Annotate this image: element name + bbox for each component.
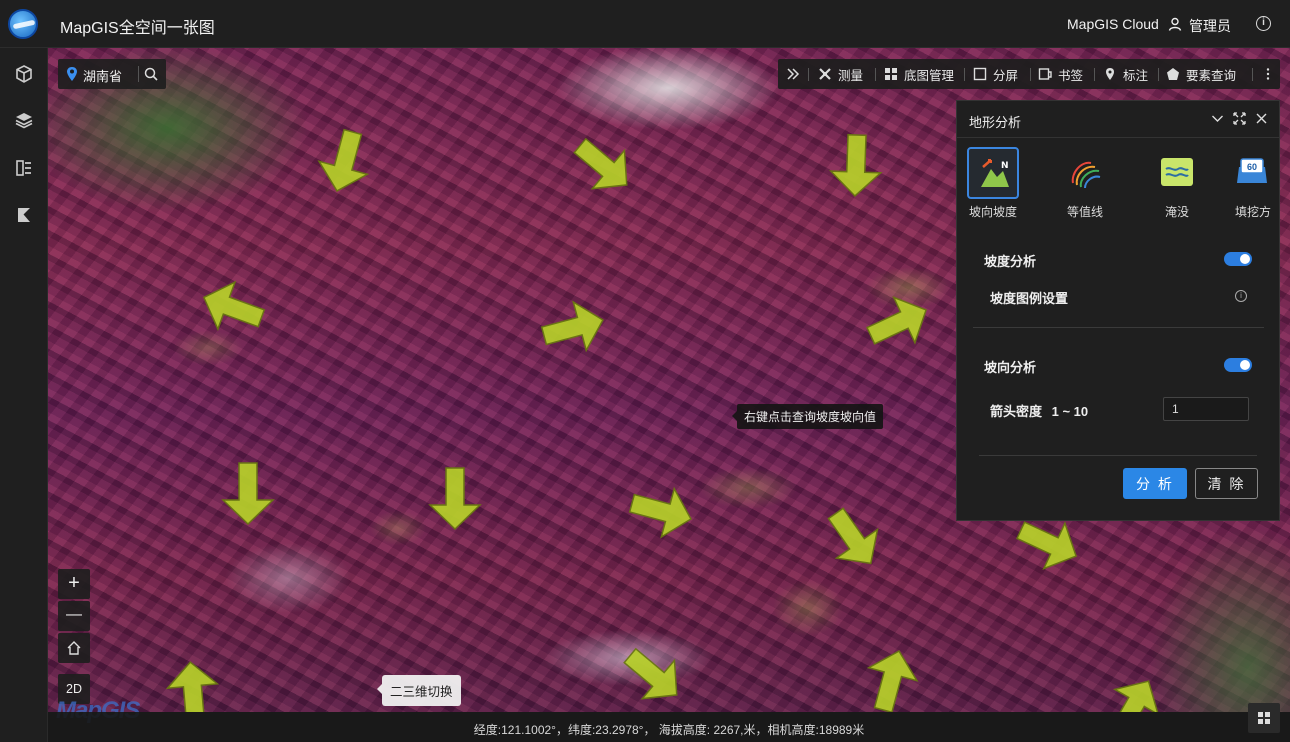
close-icon[interactable]: [1255, 112, 1268, 125]
aspect-analysis-toggle[interactable]: [1224, 358, 1252, 372]
aspect-arrow: [420, 463, 490, 533]
user-name[interactable]: 管理员: [1189, 16, 1231, 36]
measure-button[interactable]: 测量: [818, 59, 863, 89]
region-name[interactable]: 湖南省: [83, 66, 122, 85]
tool-slope-aspect-frame: N: [967, 147, 1019, 199]
toolbar-divider: [1252, 68, 1253, 81]
app-title: MapGIS全空间一张图: [60, 20, 215, 37]
tool-cut-fill-frame: 60: [1227, 147, 1279, 199]
user-icon[interactable]: [1168, 17, 1182, 31]
status-bar: 经度:121.1002°，纬度:23.2978°， 海拔高度: 2267,米，相…: [48, 712, 1290, 742]
tool-contour-frame: [1059, 147, 1111, 199]
tool-contour-label: 等值线: [1066, 205, 1103, 219]
aspect-arrow: [820, 129, 892, 201]
split-screen-button[interactable]: 分屏: [973, 59, 1018, 89]
section-divider: [979, 455, 1257, 456]
basemap-icon: [885, 68, 897, 80]
split-screen-icon: [973, 67, 987, 81]
left-sidebar: [0, 48, 48, 742]
toolbar-divider: [875, 68, 876, 81]
home-button[interactable]: [58, 633, 90, 663]
flood-icon: [1161, 158, 1193, 186]
tool-cut-fill-label: 填挖方: [1234, 205, 1271, 219]
tool-flood[interactable]: 淹没: [1143, 147, 1203, 223]
map-toolbar: 测量 底图管理 分屏 书签 标注 要素查询: [778, 59, 1280, 89]
arrow-density-label: 箭头密度 1 ~ 10: [990, 401, 1088, 420]
aspect-arrow: [213, 458, 283, 528]
tool-cut-fill[interactable]: 60 填挖方: [1219, 147, 1279, 223]
coordinate-readout: 经度:121.1002°，纬度:23.2978°， 海拔高度: 2267,米，相…: [473, 723, 865, 737]
tool-flood-label: 淹没: [1164, 205, 1189, 219]
bookmark-icon: [1038, 68, 1052, 80]
marker-label: 标注: [1123, 68, 1149, 83]
feature-query-button[interactable]: 要素查询: [1166, 59, 1236, 89]
aspect-arrow: [155, 655, 231, 712]
grid-icon: [1258, 712, 1270, 724]
analyze-button[interactable]: 分 析: [1123, 468, 1187, 499]
tool-slope-aspect[interactable]: N 坡向坡度: [959, 147, 1019, 223]
layers-icon[interactable]: [14, 110, 34, 130]
basemap-button[interactable]: 底图管理: [884, 59, 954, 89]
search-icon[interactable]: [144, 67, 158, 81]
slope-aspect-icon: N: [981, 159, 1009, 187]
cube-icon[interactable]: [14, 64, 34, 84]
toolbar-divider: [1094, 68, 1095, 81]
contour-icon: [1071, 161, 1101, 189]
tool-contour[interactable]: 等值线: [1051, 147, 1111, 223]
tool-slope-aspect-label: 坡向坡度: [968, 205, 1017, 219]
basemap-label: 底图管理: [904, 68, 955, 83]
bookmark-label: 书签: [1058, 68, 1084, 83]
expand-icon[interactable]: [1233, 112, 1246, 125]
header-bar: MapGIS全空间一张图 MapGIS Cloud 管理员 i: [0, 0, 1290, 48]
slope-legend-settings-label[interactable]: 坡度图例设置: [990, 288, 1068, 307]
aspect-analysis-label: 坡向分析: [984, 360, 1037, 375]
bookmark-button[interactable]: 书签: [1038, 59, 1083, 89]
toolbar-divider: [1030, 68, 1031, 81]
panel-header-divider: [957, 137, 1279, 138]
slope-analysis-label: 坡度分析: [984, 254, 1037, 269]
home-icon: [67, 641, 81, 655]
layout-toggle-button[interactable]: [1248, 703, 1280, 733]
clear-button[interactable]: 清 除: [1195, 468, 1258, 499]
location-pin-icon: [67, 67, 77, 81]
more-menu-button[interactable]: [1261, 59, 1275, 89]
zoom-in-button[interactable]: +: [58, 569, 90, 599]
measure-icon: [819, 68, 831, 80]
zoom-out-button[interactable]: —: [58, 601, 90, 631]
search-divider: [138, 66, 139, 82]
panel-title: 地形分析: [969, 115, 1022, 130]
svg-text:N: N: [1001, 161, 1009, 171]
toolbar-divider: [964, 68, 965, 81]
more-vertical-icon: [1266, 68, 1270, 80]
list-icon[interactable]: [14, 158, 34, 178]
map-query-tooltip: 右键点击查询坡度坡向值: [731, 404, 884, 429]
terrain-analysis-panel: 地形分析 N 坡向坡度 等值线 淹没 60 填挖方 坡度分析 坡度图例设置 i …: [956, 100, 1280, 521]
marker-button[interactable]: 标注: [1103, 59, 1148, 89]
legend-info-icon[interactable]: i: [1235, 290, 1247, 302]
marker-icon: [1106, 68, 1114, 80]
globe-logo-icon: [8, 9, 38, 39]
section-divider: [973, 327, 1264, 328]
measure-label: 测量: [838, 68, 864, 83]
collapse-toolbar-button[interactable]: [786, 59, 800, 89]
k-logo-icon[interactable]: [14, 205, 34, 225]
region-search-box[interactable]: 湖南省: [58, 59, 166, 89]
arrow-density-text: 箭头密度: [990, 404, 1043, 419]
split-screen-label: 分屏: [993, 68, 1019, 83]
arrow-density-range: 1 ~ 10: [1051, 404, 1089, 419]
arrow-density-input[interactable]: [1163, 397, 1249, 421]
chevron-down-icon[interactable]: [1211, 112, 1224, 125]
feature-query-label: 要素查询: [1186, 68, 1237, 83]
cloud-link[interactable]: MapGIS Cloud: [1067, 16, 1159, 32]
cut-fill-badge: 60: [1247, 162, 1258, 172]
toolbar-divider: [1158, 68, 1159, 81]
feature-query-icon: [1167, 68, 1179, 80]
double-chevron-right-icon: [787, 68, 800, 80]
toolbar-divider: [808, 68, 809, 81]
2d-3d-switch-tooltip: 二三维切换: [377, 675, 461, 706]
tool-flood-frame: [1151, 147, 1203, 199]
info-icon[interactable]: i: [1256, 16, 1271, 31]
slope-analysis-toggle[interactable]: [1224, 252, 1252, 266]
